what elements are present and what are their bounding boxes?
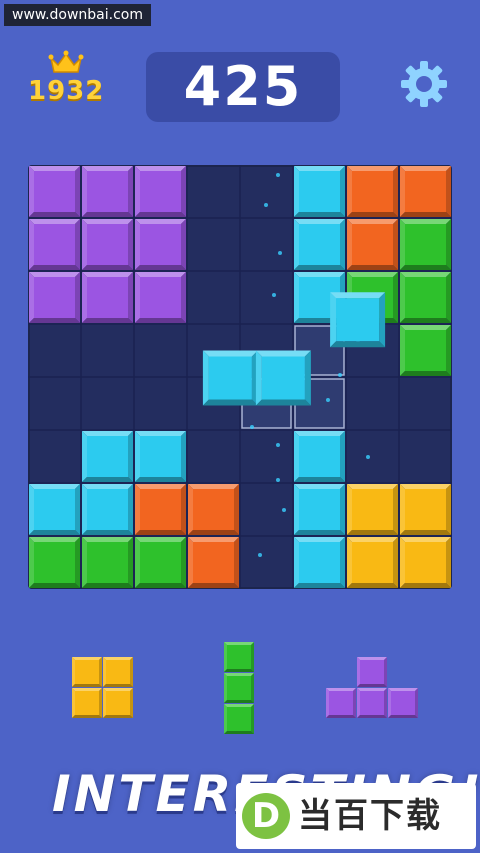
game-board[interactable]	[28, 165, 452, 589]
tray-block	[357, 688, 387, 718]
board-block	[347, 219, 398, 270]
current-score: 425	[183, 55, 303, 118]
dragging-block	[202, 350, 258, 406]
board-block	[82, 272, 133, 323]
tray-piece-line-green[interactable]	[224, 642, 254, 734]
sparkle	[276, 478, 280, 482]
tray-block	[224, 642, 254, 672]
board-grid[interactable]	[28, 165, 452, 589]
watermark-url: www.downbai.com	[4, 4, 151, 26]
board-block	[347, 166, 398, 217]
sparkle	[276, 443, 280, 447]
best-score-panel: 1932	[28, 50, 104, 106]
sparkle	[250, 425, 254, 429]
sparkle	[282, 508, 286, 512]
board-block	[29, 219, 80, 270]
sparkle	[278, 251, 282, 255]
tray-block	[224, 673, 254, 703]
board-block	[82, 431, 133, 482]
board-block	[294, 166, 345, 217]
board-block	[400, 325, 451, 376]
tray-piece-square-yellow[interactable]	[72, 657, 133, 718]
board-block	[82, 166, 133, 217]
board-block	[400, 166, 451, 217]
tray-block	[224, 704, 254, 734]
dragging-block	[255, 350, 311, 406]
tray-piece-t-purple[interactable]	[326, 657, 418, 718]
board-block	[400, 219, 451, 270]
board-block	[400, 272, 451, 323]
piece-tray[interactable]	[0, 630, 480, 750]
board-block	[347, 484, 398, 535]
sparkle	[264, 203, 268, 207]
sparkle	[258, 553, 262, 557]
board-block	[135, 272, 186, 323]
board-block	[400, 484, 451, 535]
board-block	[294, 219, 345, 270]
board-block	[347, 537, 398, 588]
logo-badge: D	[242, 793, 290, 839]
score-panel: 425	[146, 52, 340, 122]
sparkle	[326, 398, 330, 402]
board-block	[294, 537, 345, 588]
best-score: 1932	[28, 76, 105, 106]
board-block	[294, 484, 345, 535]
tray-block	[72, 657, 102, 687]
tray-block	[72, 688, 102, 718]
board-block	[135, 537, 186, 588]
tray-block	[103, 657, 133, 687]
board-block	[29, 484, 80, 535]
board-block	[29, 537, 80, 588]
board-block	[135, 166, 186, 217]
sparkle	[272, 293, 276, 297]
board-block	[188, 537, 239, 588]
site-logo: D 当百下载	[236, 783, 476, 849]
tray-block	[357, 657, 387, 687]
board-block	[135, 219, 186, 270]
sparkle	[276, 173, 280, 177]
dragging-block	[330, 292, 386, 348]
board-block	[135, 431, 186, 482]
board-block	[29, 166, 80, 217]
board-block	[82, 219, 133, 270]
board-block	[82, 537, 133, 588]
sparkle	[338, 373, 342, 377]
gear-icon[interactable]	[398, 58, 450, 110]
logo-text: 当百下载	[298, 796, 442, 836]
board-block	[135, 484, 186, 535]
logo-letter: D	[251, 796, 281, 836]
sparkle	[366, 455, 370, 459]
board-block	[188, 484, 239, 535]
tray-block	[388, 688, 418, 718]
tray-block	[326, 688, 356, 718]
board-block	[294, 431, 345, 482]
board-block	[400, 537, 451, 588]
tray-block	[103, 688, 133, 718]
crown-icon	[48, 50, 84, 73]
board-block	[29, 272, 80, 323]
board-block	[82, 484, 133, 535]
